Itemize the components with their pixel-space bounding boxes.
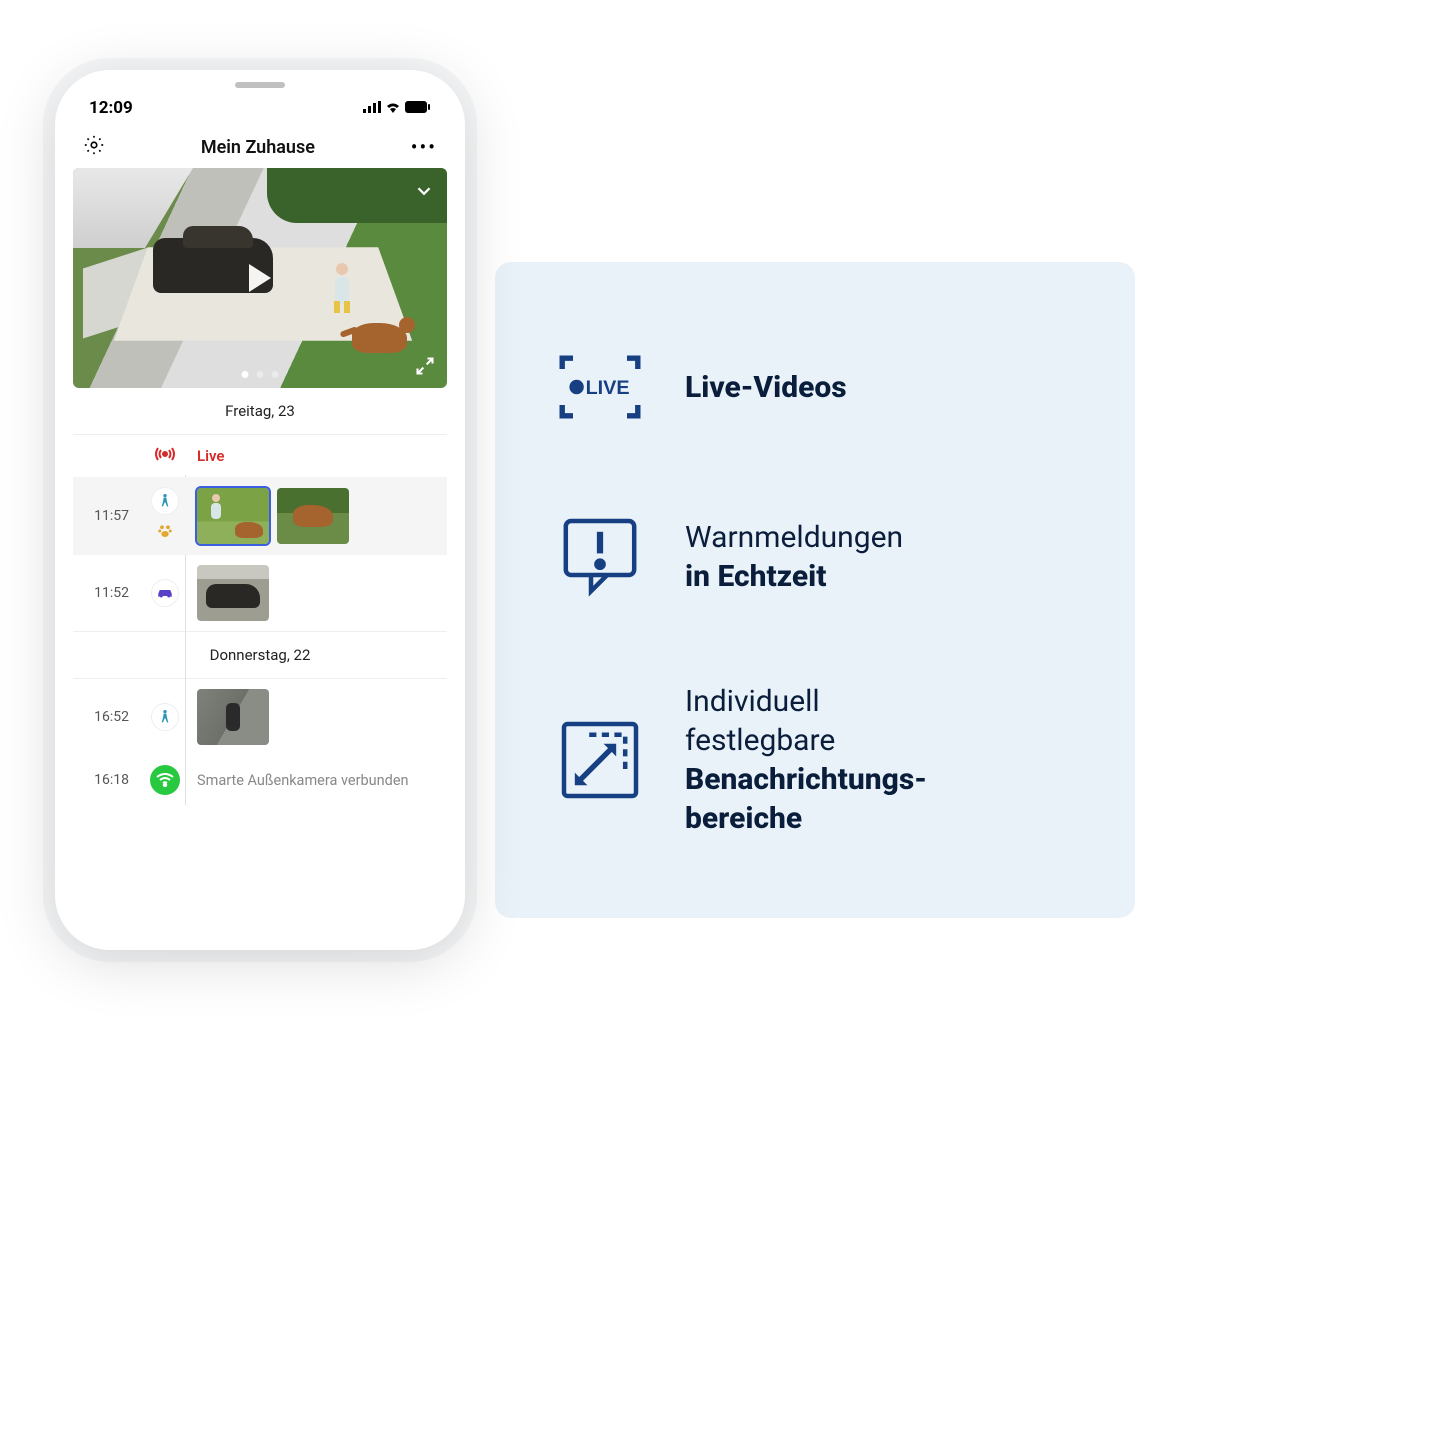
svg-text:LIVE: LIVE [586, 377, 630, 399]
timeline-row[interactable]: 11:52 [73, 555, 447, 631]
more-button[interactable]: ••• [411, 137, 437, 157]
alert-bubble-icon [555, 512, 645, 602]
battery-icon [405, 98, 431, 118]
page-indicator [242, 371, 279, 378]
car-icon [151, 579, 179, 607]
app-title: Mein Zuhause [201, 137, 315, 158]
live-frame-icon: LIVE [555, 342, 645, 432]
wifi-connected-icon [150, 765, 180, 795]
event-message: Smarte Außenkamera verbunden [197, 772, 409, 789]
feature-line-3a: Benachrichtungs- [685, 762, 927, 797]
feature-title: Live-Videos [685, 370, 847, 405]
event-thumbnail[interactable] [197, 488, 269, 544]
status-time: 12:09 [89, 98, 133, 118]
timeline-row[interactable]: 16:18 Smarte Außenkamera verbunden [73, 755, 447, 805]
feature-line-3b: bereiche [685, 801, 802, 836]
feature-alerts: Warnmeldungen in Echtzeit [555, 512, 1065, 602]
timeline-row[interactable]: 11:57 [73, 477, 447, 555]
event-thumbnail[interactable] [277, 488, 349, 544]
timeline-row-live[interactable]: Live [73, 435, 447, 477]
resize-zone-icon [555, 715, 645, 805]
feature-line-2: in Echtzeit [685, 559, 826, 594]
feature-line-1: Warnmeldungen [685, 520, 903, 555]
event-thumbnail[interactable] [197, 689, 269, 745]
event-time: 11:57 [73, 508, 145, 524]
app-header: Mein Zuhause ••• [73, 122, 447, 168]
event-time: 11:52 [73, 585, 145, 601]
timeline-row[interactable]: 16:52 [73, 679, 447, 755]
person-icon [151, 487, 179, 515]
feature-live-videos: LIVE Live-Videos [555, 342, 1065, 432]
phone-speaker-notch [235, 82, 285, 88]
event-thumbnail[interactable] [197, 565, 269, 621]
status-icons-group [363, 98, 431, 118]
phone-mockup: 12:09 Mein Zuhause ••• [55, 70, 465, 950]
paw-icon [151, 517, 179, 545]
feature-line-1: Individuell [685, 684, 820, 719]
play-icon[interactable] [249, 264, 271, 292]
fullscreen-icon[interactable] [415, 356, 435, 376]
settings-button[interactable] [83, 134, 105, 160]
event-time: 16:52 [73, 709, 145, 725]
live-broadcast-icon [153, 445, 177, 467]
live-label: Live [197, 447, 225, 465]
chevron-down-icon[interactable] [413, 180, 435, 208]
status-bar: 12:09 [73, 88, 447, 122]
feature-alert-zones: Individuell festlegbare Benachrichtungs-… [555, 682, 1065, 838]
date-header: Freitag, 23 [73, 388, 447, 435]
live-camera-preview[interactable] [73, 168, 447, 388]
cellular-icon [363, 98, 381, 118]
wifi-icon [385, 98, 401, 118]
date-header: Donnerstag, 22 [73, 631, 447, 679]
person-icon [151, 703, 179, 731]
features-panel: LIVE Live-Videos Warnmeldungen in Echtze… [495, 262, 1135, 918]
event-time: 16:18 [73, 772, 145, 788]
feature-line-2: festlegbare [685, 723, 835, 758]
timeline: Live 11:57 11:52 [73, 435, 447, 805]
